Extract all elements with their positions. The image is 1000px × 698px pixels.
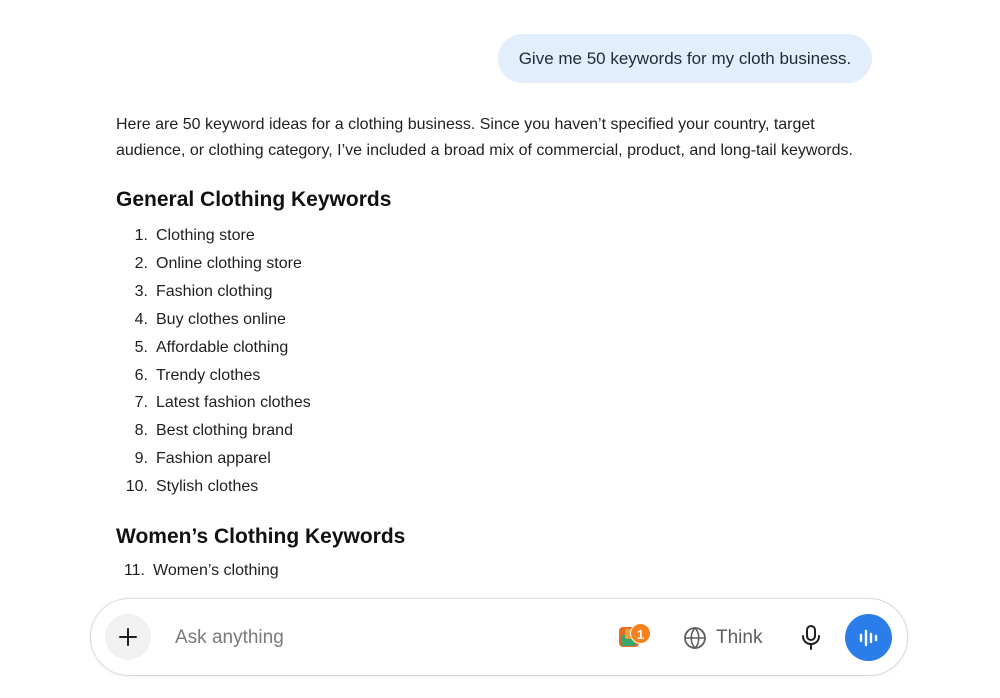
list-item: 6. Trendy clothes [116,362,876,390]
list-item-number: 9. [134,450,148,468]
list-item: 9. Fashion apparel [116,445,876,473]
composer-bar: 1 Think [90,598,908,676]
list-item: 7. Latest fashion clothes [116,389,876,417]
list-item-text: Clothing store [156,227,255,244]
keyword-list-general: 1. Clothing store 2. Online clothing store… [116,222,876,501]
microphone-icon [801,625,821,651]
add-attachment-button[interactable] [105,614,151,660]
list-item-number: 7. [134,394,148,412]
list-item-text: Buy clothes online [156,310,286,328]
list-item-number: 1. [134,227,148,244]
list-item-number: 3. [134,282,148,300]
list-item-number: 5. [134,338,148,356]
list-item: 1. Clothing store [116,222,876,250]
list-item-number: 6. [134,366,148,384]
list-item-text: Affordable clothing [156,338,289,356]
apps-button[interactable]: 1 [617,622,653,654]
list-item-text: Fashion apparel [156,450,271,468]
section-title-womens: Women’s Clothing Keywords [116,525,406,549]
chat-page: Give me 50 keywords for my cloth busines… [0,0,1000,698]
list-item-number: 10. [125,478,148,496]
list-item: 8. Best clothing brand [116,417,876,445]
globe-icon [683,626,707,650]
message-input[interactable] [173,619,557,657]
voice-mode-icon [858,628,880,648]
list-item-text: Best clothing brand [156,422,293,440]
list-item-text: Online clothing store [156,254,302,272]
list-item: 2. Online clothing store [116,250,876,278]
list-item-text: Fashion clothing [156,282,273,300]
list-item: 4. Buy clothes online [116,306,876,334]
plus-icon [118,627,138,647]
think-button[interactable]: Think [683,621,762,655]
list-item-number: 2. [134,254,148,272]
list-item-text: Stylish clothes [156,478,259,496]
assistant-response: Here are 50 keyword ideas for a clothing… [116,112,876,584]
list-item: 10. Stylish clothes [116,473,876,501]
list-item-text: Latest fashion clothes [156,394,311,412]
list-item: 3. Fashion clothing [116,278,876,306]
section-title-general: General Clothing Keywords [116,188,392,211]
list-item-number: 8. [134,422,148,440]
list-item-text: Trendy clothes [156,366,261,384]
response-intro: Here are 50 keyword ideas for a clothing… [116,116,853,159]
user-message-bubble: Give me 50 keywords for my cloth busines… [498,34,872,83]
voice-mode-button[interactable] [845,614,892,661]
apps-badge: 1 [630,623,651,644]
think-label: Think [716,627,763,648]
list-item-number: 4. [134,310,148,328]
list-item: 5. Affordable clothing [116,334,876,362]
dictate-button[interactable] [797,623,825,653]
